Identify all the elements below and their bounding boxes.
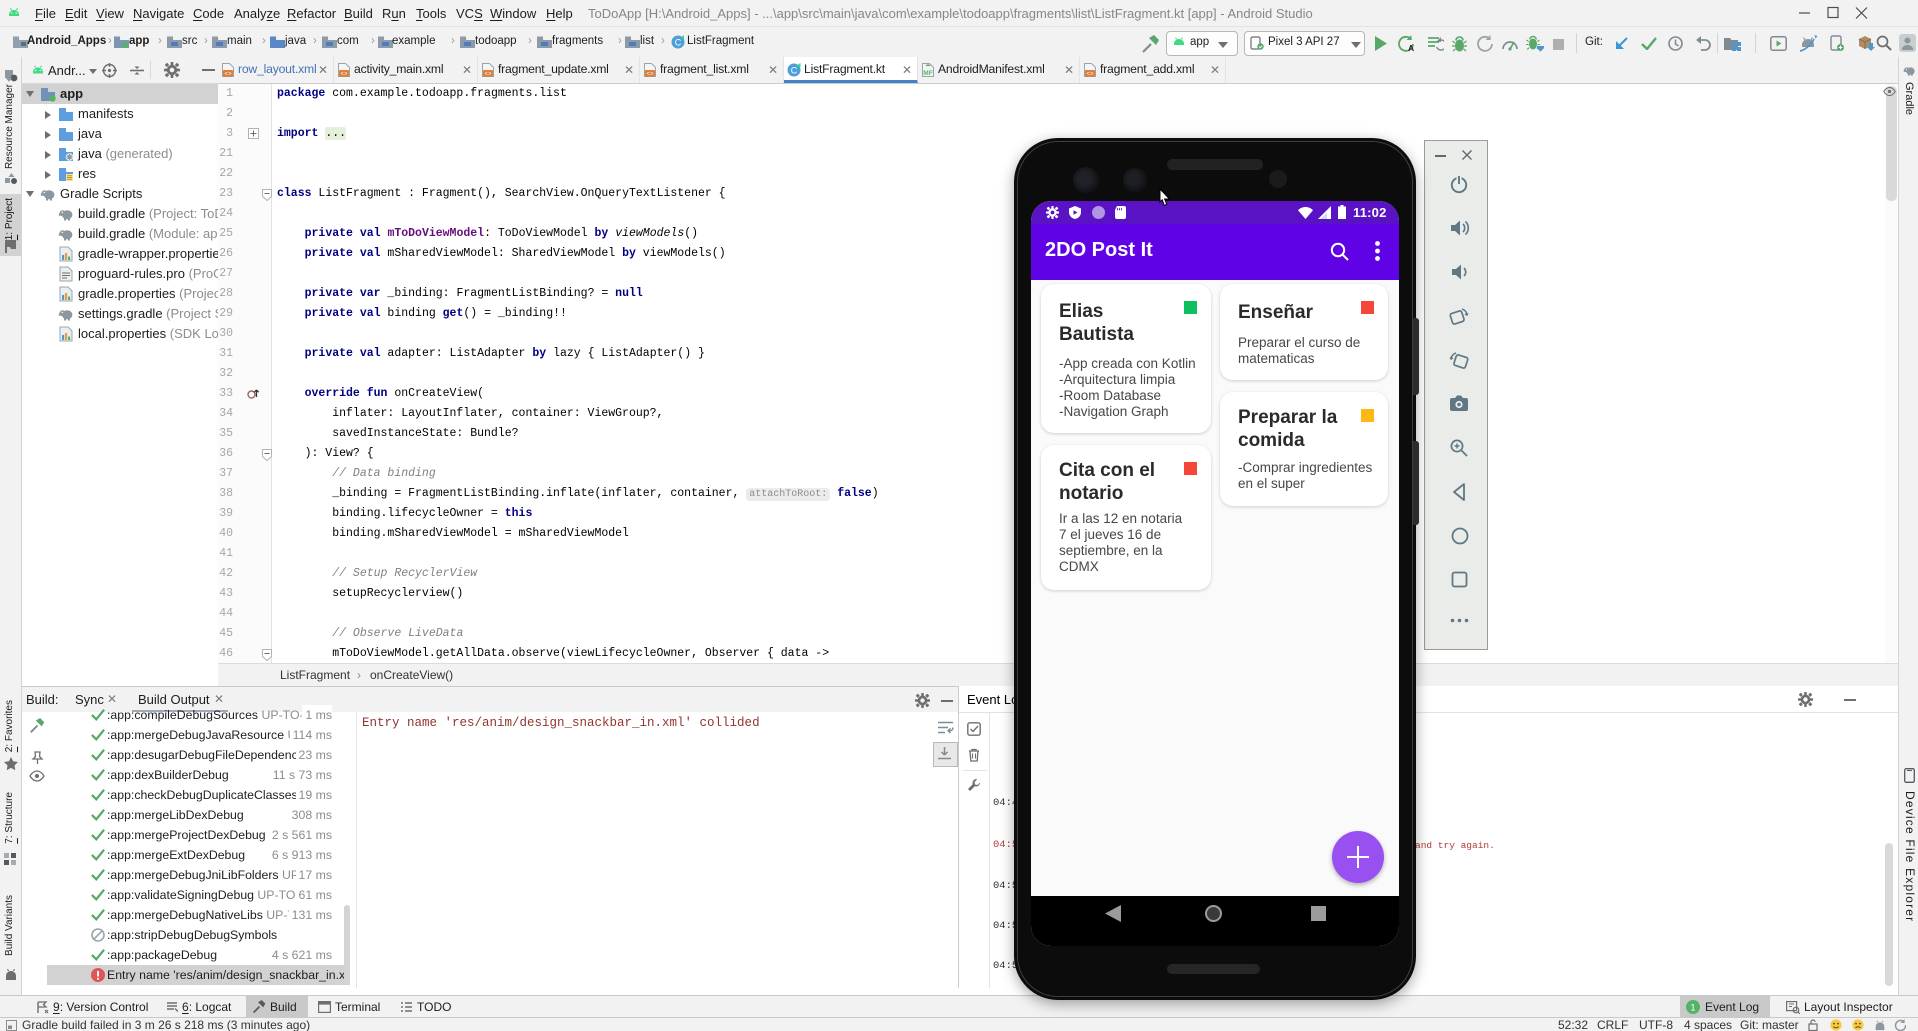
svg-text:MF: MF (923, 70, 932, 77)
svg-text:A: A (1408, 43, 1414, 52)
svg-text:1: 1 (1690, 1003, 1695, 1013)
svg-text:C: C (675, 38, 682, 48)
svg-text:<>: <> (484, 70, 492, 77)
svg-text:<>: <> (1086, 70, 1094, 77)
svg-text:C: C (791, 66, 798, 76)
svg-text:<>: <> (340, 70, 348, 77)
svg-text:<>: <> (646, 70, 654, 77)
svg-text:<>: <> (224, 70, 232, 77)
